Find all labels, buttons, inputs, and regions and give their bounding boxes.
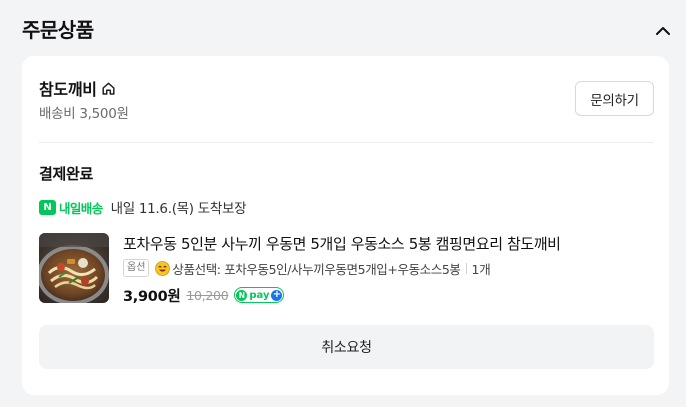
price: 3,900원 (123, 288, 181, 305)
product-option-row: 옵션 상품선택: 포차우동5인/사누끼우동면5개입+우동소스5봉 1개 (123, 259, 491, 277)
order-card: 참도깨비 배송비 3,500원 문의하기 결제완료 N 내일배송 내일 11.6… (22, 56, 669, 395)
shipping-fee: 배송비 3,500원 (39, 106, 129, 122)
cancel-request-button[interactable]: 취소요청 (39, 325, 654, 369)
naver-n-icon: N (39, 199, 56, 215)
seller-name[interactable]: 참도깨비 (39, 76, 97, 100)
divider (39, 142, 654, 143)
inquiry-button[interactable]: 문의하기 (575, 81, 654, 116)
delivery-badge-text: 내일배송 (59, 200, 103, 216)
product-title[interactable]: 포차우동 5인분 사누끼 우동면 5개입 우동소스 5봉 캠핑면요리 참도깨비 (123, 233, 561, 254)
smile-emoji-icon (155, 260, 171, 276)
section-title: 주문상품 (22, 18, 94, 42)
original-price: 10,200 (186, 287, 229, 303)
price-row: 3,900원 10,200 N pay + (123, 285, 285, 305)
order-items-header: 주문상품 (0, 0, 686, 56)
noodle-dish-image (39, 233, 109, 303)
npay-text: pay (249, 289, 270, 301)
home-icon[interactable] (101, 81, 116, 96)
option-text: 상품선택: 포차우동5인/사누끼우동면5개입+우동소스5봉 (172, 261, 461, 277)
order-status: 결제완료 (39, 165, 94, 183)
npay-plus-badge: N pay + (234, 287, 285, 303)
npay-n-icon: N (236, 289, 248, 301)
tomorrow-delivery-badge: N 내일배송 (39, 198, 103, 217)
collapse-toggle[interactable] (648, 16, 678, 46)
chevron-up-icon[interactable] (655, 26, 671, 36)
product-thumbnail[interactable] (39, 233, 109, 303)
option-separator (465, 262, 467, 274)
plus-icon: + (271, 289, 283, 301)
seller-name-row[interactable]: 참도깨비 (39, 76, 116, 100)
delivery-guarantee: 내일 11.6.(목) 도착보장 (110, 201, 247, 217)
option-tag: 옵션 (123, 259, 150, 277)
delivery-info-row: N 내일배송 내일 11.6.(목) 도착보장 (39, 197, 247, 217)
quantity: 1개 (471, 261, 491, 277)
